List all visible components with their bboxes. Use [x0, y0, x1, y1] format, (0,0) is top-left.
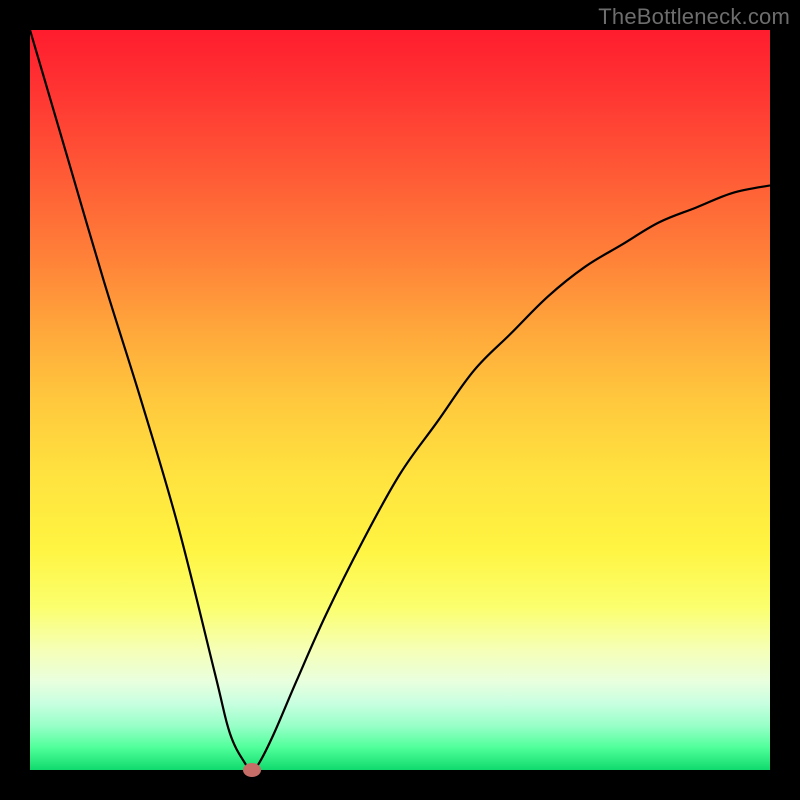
- bottleneck-curve: [30, 30, 770, 770]
- chart-frame: TheBottleneck.com: [0, 0, 800, 800]
- plot-area: [30, 30, 770, 770]
- curve-svg: [30, 30, 770, 770]
- watermark-text: TheBottleneck.com: [598, 4, 790, 30]
- optimum-marker: [243, 763, 261, 777]
